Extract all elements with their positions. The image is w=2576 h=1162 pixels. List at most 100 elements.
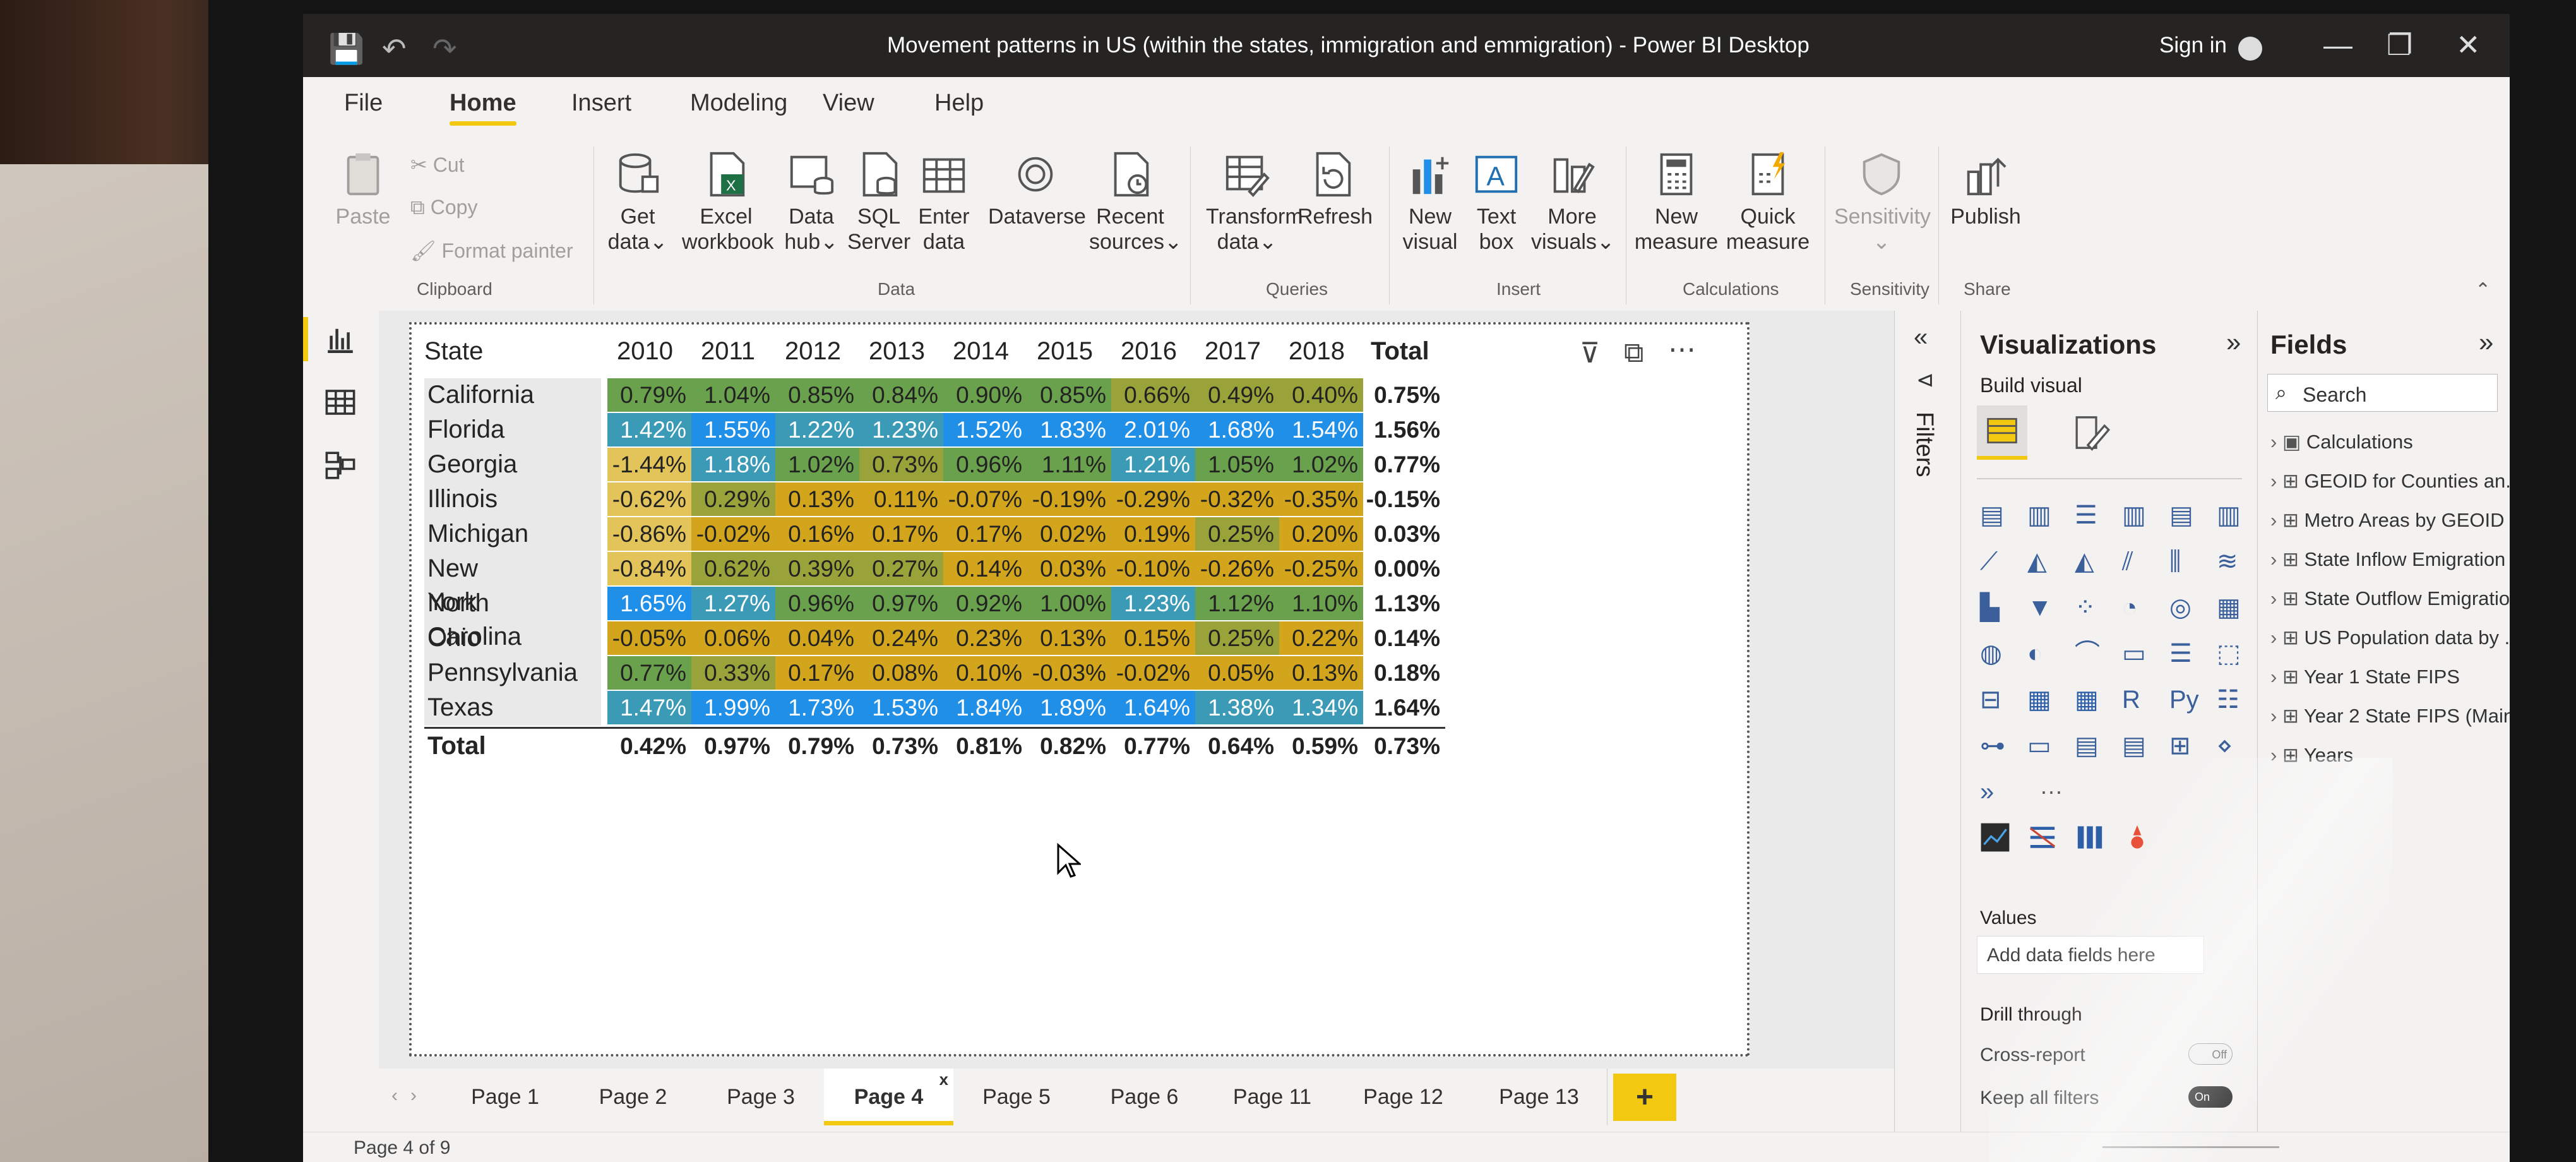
matrix-cell[interactable]: 0.66% [1111,378,1195,412]
matrix-cell[interactable]: 0.20% [1279,517,1363,551]
matrix-row-state[interactable]: Pennsylvania [427,656,578,690]
matrix-header-year[interactable]: 2011 [701,337,755,366]
matrix-cell[interactable]: 1.27% [691,587,775,620]
map-visual-icon[interactable]: ◍ [1980,638,2010,669]
matrix-header-total[interactable]: Total [1371,337,1429,366]
field-table-item[interactable]: › ⊞ Year 1 State FIPS [2270,666,2460,688]
field-table-item[interactable]: › ⊞ Year 2 State FIPS (Main ... [2270,705,2510,728]
matrix-cell[interactable]: -0.05% [607,621,691,655]
avatar[interactable] [2238,37,2262,61]
field-table-item[interactable]: › ⊞ State Outflow Emigration [2270,587,2510,610]
matrix-cell[interactable]: -0.03% [1027,656,1111,690]
copy-button[interactable]: ⧉ Copy [410,196,477,220]
donut-visual-icon[interactable]: ◎ [2169,592,2200,623]
line-column-visual-icon[interactable]: ⫽ [2122,546,2152,577]
matrix-cell[interactable]: 1.05% [1195,448,1279,481]
matrix-cell[interactable]: 0.96% [943,448,1027,481]
matrix-cell[interactable]: 0.79% [607,378,691,412]
field-table-item[interactable]: › ⊞ Metro Areas by GEOID [2270,509,2505,532]
build-visual-tab[interactable] [1977,405,2027,460]
stacked-area-visual-icon[interactable]: ◭ [2075,546,2105,577]
matrix-visual-icon[interactable]: ▦ [2075,685,2105,715]
matrix-cell[interactable]: -0.62% [607,482,691,516]
matrix-cell[interactable]: 1.04% [691,378,775,412]
power-apps-visual-icon[interactable]: ⊞ [2169,731,2200,761]
chevron-right-icon[interactable]: › [2270,744,2282,766]
matrix-cell[interactable]: 1.68% [1195,413,1279,446]
matrix-cell[interactable]: 1.84% [943,691,1027,724]
chevron-right-icon[interactable]: › [2270,470,2282,492]
publish-button[interactable]: Publish [1945,150,2027,229]
page-tab[interactable]: Page 2 [568,1069,698,1125]
matrix-header-year[interactable]: 2014 [953,337,1009,366]
matrix-cell[interactable]: 1.73% [775,691,859,724]
slicer-visual-icon[interactable]: ⊟ [1980,685,2010,715]
waterfall-visual-icon[interactable]: ▙ [1980,592,2010,623]
matrix-cell[interactable]: -0.86% [607,517,691,551]
text-box-button[interactable]: A Text box [1465,150,1528,255]
matrix-header-year[interactable]: 2018 [1289,337,1345,366]
add-page-button[interactable]: + [1613,1074,1676,1121]
stacked-bar-visual-icon[interactable]: ▤ [1980,500,2010,530]
matrix-cell[interactable]: -0.07% [943,482,1027,516]
analytics-visual-icon[interactable] [1980,822,2010,853]
report-view-icon[interactable] [323,322,357,356]
collapse-fields-icon[interactable]: » [2479,327,2493,357]
matrix-cell[interactable]: 0.17% [943,517,1027,551]
matrix-header-state[interactable]: State [424,337,483,366]
matrix-cell[interactable]: 1.83% [1027,413,1111,446]
matrix-row-total[interactable]: 0.14% [1363,621,1445,655]
dataverse-button[interactable]: Dataverse [988,150,1086,229]
matrix-cell[interactable]: 0.39% [775,552,859,585]
page-tab[interactable]: Page 4x [824,1069,954,1125]
matrix-cell[interactable]: 0.49% [1195,378,1279,412]
tab-file[interactable]: File [344,90,383,117]
matrix-row-state[interactable]: California [427,378,534,412]
matrix-cell[interactable]: 1.65% [607,587,691,620]
report-page[interactable]: State 2010 2011 2012 2013 2014 2015 2016 2017 201… [409,322,1750,1057]
format-visual-icon[interactable] [2068,412,2110,453]
matrix-cell[interactable]: -0.26% [1195,552,1279,585]
matrix-cell[interactable]: 0.96% [775,587,859,620]
paste-button[interactable]: Paste [331,150,395,229]
kpi-visual-icon[interactable]: ⬚ [2217,638,2247,669]
more-visual-icon[interactable]: » [1980,777,2010,807]
matrix-cell[interactable]: 0.92% [943,587,1027,620]
matrix-cell[interactable]: 1.00% [1027,587,1111,620]
matrix-cell[interactable]: 0.17% [775,656,859,690]
get-data-button[interactable]: Get data⌄ [606,150,669,255]
page-tab[interactable]: Page 6 [1080,1069,1210,1125]
chevron-right-icon[interactable]: › [2270,626,2282,649]
more-options-icon[interactable]: ⋯ [1668,333,1696,366]
page-tab[interactable]: Page 13 [1471,1069,1607,1125]
matrix-cell[interactable]: -0.84% [607,552,691,585]
qa-visual-icon[interactable]: ▭ [2027,731,2058,761]
matrix-cell[interactable]: 1.54% [1279,413,1363,446]
table-visual-icon[interactable]: ▦ [2027,685,2058,715]
matrix-cell[interactable]: 1.64% [1111,691,1195,724]
scroll-left-icon[interactable]: ‹ [391,1085,398,1106]
matrix-cell[interactable]: 0.22% [1279,621,1363,655]
matrix-row-state[interactable]: Illinois [427,482,498,516]
matrix-row-total[interactable]: 1.56% [1363,413,1445,446]
matrix-cell[interactable]: 1.12% [1195,587,1279,620]
matrix-header-year[interactable]: 2013 [869,337,925,366]
recent-sources-button[interactable]: Recent sources⌄ [1089,150,1183,255]
clustered-column-visual-icon[interactable]: ▥ [2122,500,2152,530]
matrix-row-state[interactable]: New York [427,552,478,616]
tab-insert[interactable]: Insert [571,90,631,117]
matrix-header-year[interactable]: 2016 [1121,337,1177,366]
matrix-cell[interactable]: 1.02% [775,448,859,481]
scroll-right-icon[interactable]: › [410,1085,417,1106]
matrix-cell[interactable]: 0.25% [1195,621,1279,655]
matrix-row-total[interactable]: 0.75% [1363,378,1445,412]
funnel-visual-icon[interactable]: ▼ [2027,592,2058,623]
matrix-cell[interactable]: 1.89% [1027,691,1111,724]
matrix-cell[interactable]: -0.10% [1111,552,1195,585]
matrix-cell[interactable]: 0.25% [1195,517,1279,551]
line-visual-icon[interactable]: ⟋ [1980,546,2010,577]
matrix-cell[interactable]: 1.53% [859,691,943,724]
model-view-icon[interactable] [323,448,357,482]
close-page-icon[interactable]: x [939,1051,948,1108]
matrix-cell[interactable]: 0.02% [1027,517,1111,551]
